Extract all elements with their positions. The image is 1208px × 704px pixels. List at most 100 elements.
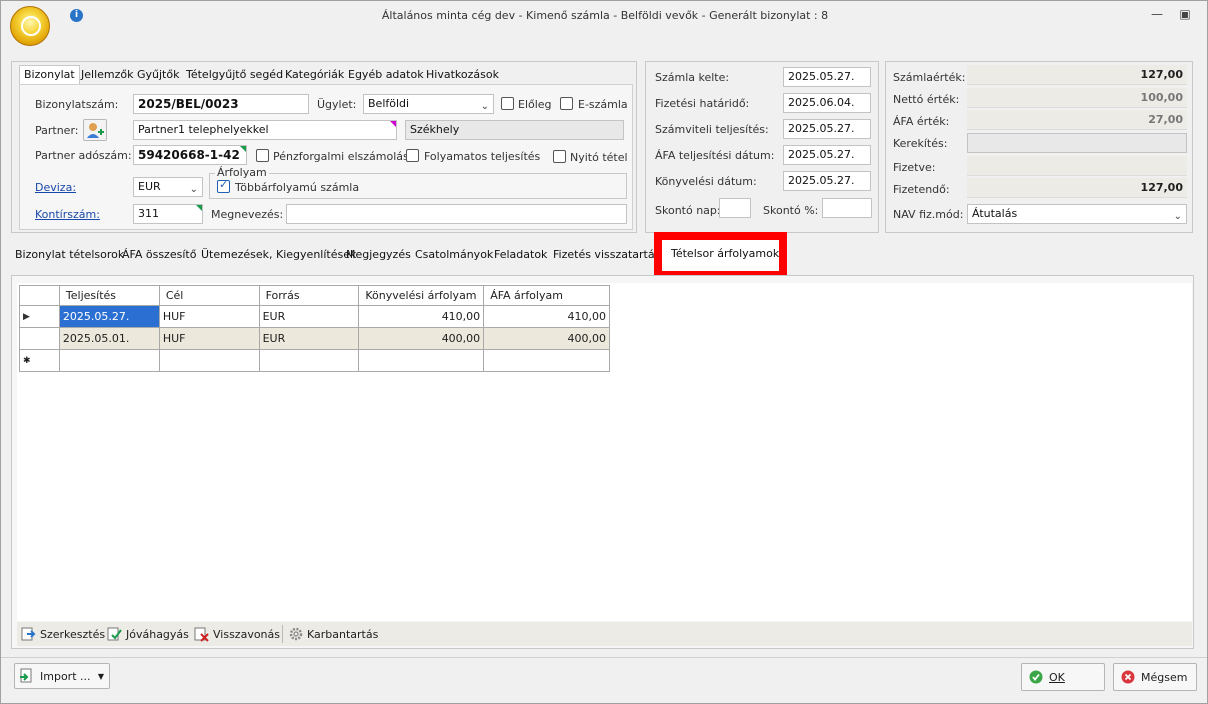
szamla-kelte-field[interactable]: 2025.05.27. [783, 67, 871, 87]
tab-afa-osszesito[interactable]: ÁFA összesítő [118, 246, 200, 264]
penzforgalmi-label: Pénzforgalmi elszámolás [273, 150, 409, 163]
grid-cell[interactable] [358, 349, 485, 372]
grid-cell[interactable]: 2025.05.27. [58, 305, 160, 328]
info-icon[interactable]: i [70, 9, 83, 22]
app-logo-icon[interactable] [10, 6, 50, 46]
tab-csatolmanyok[interactable]: Csatolmányok [411, 246, 497, 264]
afa-label: ÁFA érték: [893, 115, 950, 128]
tab-feladatok[interactable]: Feladatok [490, 246, 551, 264]
col-header-cel[interactable]: Cél [158, 285, 260, 306]
eszamla-checkbox[interactable] [560, 97, 573, 110]
grid-cell[interactable] [483, 349, 610, 372]
tab-bizonylat[interactable]: Bizonylat [19, 65, 80, 85]
ok-button[interactable]: OK [1021, 663, 1105, 691]
grid-cell[interactable]: 400,00 [358, 327, 485, 350]
tab-egyeb-adatok[interactable]: Egyéb adatok [344, 66, 428, 84]
netto-value: 100,00 [967, 88, 1187, 108]
grid-cell[interactable]: EUR [258, 305, 360, 328]
jovahagyas-button[interactable]: Jóváhagyás [107, 626, 189, 642]
fizetve-label: Fizetve: [893, 161, 936, 174]
gear-icon [289, 627, 303, 641]
tab-gyujtok[interactable]: Gyűjtők [133, 66, 183, 84]
grid-corner [19, 285, 60, 306]
row-indicator[interactable] [19, 327, 60, 350]
chevron-down-icon: ⌄ [480, 101, 489, 112]
row-indicator-arrow-icon[interactable]: ▶ [19, 305, 60, 328]
kerekites-field[interactable] [967, 133, 1187, 153]
tab-kategoriak[interactable]: Kategóriák [281, 66, 348, 84]
table-row[interactable]: 2025.05.01. HUF EUR 400,00 400,00 [19, 327, 610, 350]
eloleg-checkbox[interactable] [501, 97, 514, 110]
visszavonas-label: Visszavonás [213, 627, 280, 641]
grid-cell[interactable]: EUR [258, 327, 360, 350]
bizonylatszam-label: Bizonylatszám: [35, 98, 119, 111]
partner-picker-button[interactable] [83, 119, 107, 141]
adoszam-field[interactable]: 59420668-1-42 [133, 145, 247, 165]
tab-fizetes-visszatartas[interactable]: Fizetés visszatartáso [549, 246, 655, 264]
konyvelesi-label: Könyvelési dátum: [655, 175, 757, 188]
cancel-button[interactable]: Mégsem [1113, 663, 1197, 691]
minimize-button[interactable]: — [1147, 7, 1167, 25]
nav-select[interactable]: Átutalás ⌄ [967, 204, 1187, 224]
grid-cell[interactable] [158, 349, 260, 372]
col-header-forras[interactable]: Forrás [258, 285, 360, 306]
karbantartas-label: Karbantartás [307, 627, 379, 641]
col-header-teljesites[interactable]: Teljesítés [58, 285, 160, 306]
grid-cell[interactable]: 400,00 [483, 327, 610, 350]
grid-cell[interactable] [258, 349, 360, 372]
folyamatos-label: Folyamatos teljesítés [424, 150, 541, 163]
karbantartas-button[interactable]: Karbantartás [288, 626, 378, 642]
grid-cell[interactable]: 410,00 [358, 305, 485, 328]
grid-cell[interactable]: 2025.05.01. [58, 327, 160, 350]
szerkesztes-button[interactable]: Szerkesztés [21, 626, 105, 642]
nav-label: NAV fiz.mód: [893, 208, 964, 221]
col-header-afa[interactable]: ÁFA árfolyam [483, 285, 610, 306]
tab-bizonylat-tetelsorok[interactable]: Bizonylat tételsorok [11, 246, 128, 264]
konyvelesi-field[interactable]: 2025.05.27. [783, 171, 871, 191]
rates-grid: Teljesítés Cél Forrás Könyvelési árfolya… [19, 285, 610, 372]
nyito-checkbox[interactable] [553, 150, 566, 163]
kontirszam-field[interactable]: 311 [133, 204, 203, 224]
table-row[interactable]: ▶ 2025.05.27. HUF EUR 410,00 410,00 [19, 305, 610, 328]
deviza-select[interactable]: EUR ⌄ [133, 177, 203, 197]
szerkesztes-label: Szerkesztés [40, 627, 106, 641]
ugylet-select[interactable]: Belföldi ⌄ [363, 94, 494, 114]
skonto-pct-field[interactable] [822, 198, 872, 218]
restore-button[interactable]: ▣ [1175, 7, 1195, 25]
netto-label: Nettó érték: [893, 93, 960, 106]
megnevezes-field[interactable] [286, 204, 627, 224]
new-row[interactable]: ✱ [19, 349, 610, 372]
adoszam-label: Partner adószám: [35, 149, 132, 162]
import-button[interactable]: Import ... ▼ [14, 663, 110, 689]
col-header-konyvelesi[interactable]: Könyvelési árfolyam [358, 285, 485, 306]
tab-tetelsor-arfolyamok[interactable]: Tételsor árfolyamok [667, 245, 783, 263]
fizetesi-hatarido-field[interactable]: 2025.06.04. [783, 93, 871, 113]
partner-label: Partner: [35, 124, 79, 137]
deviza-link[interactable]: Deviza: [35, 181, 76, 194]
tab-hivatkozasok[interactable]: Hivatkozások [422, 66, 503, 84]
folyamatos-checkbox[interactable] [406, 149, 419, 162]
grid-cell[interactable]: 410,00 [483, 305, 610, 328]
tab-megjegyzes[interactable]: Megjegyzés [342, 246, 415, 264]
jovahagyas-label: Jóváhagyás [126, 627, 189, 641]
grid-cell[interactable]: HUF [158, 305, 260, 328]
szamviteli-field[interactable]: 2025.05.27. [783, 119, 871, 139]
tab-tetelgyujto-seged[interactable]: Tételgyűjtő segéd [182, 66, 287, 84]
kontirszam-link[interactable]: Kontírszám: [35, 208, 100, 221]
szamla-kelte-label: Számla kelte: [655, 71, 730, 84]
ok-label: OK [1049, 670, 1065, 684]
visszavonas-button[interactable]: Visszavonás [194, 626, 280, 642]
grid-cell[interactable] [58, 349, 160, 372]
tab-utemezesek[interactable]: Ütemezések, Kiegyenlítések [197, 246, 360, 264]
bizonylatszam-field[interactable]: 2025/BEL/0023 [133, 94, 309, 114]
afa-teljesitesi-field[interactable]: 2025.05.27. [783, 145, 871, 165]
new-row-asterisk-icon[interactable]: ✱ [19, 349, 60, 372]
partner-field[interactable]: Partner1 telephelyekkel [133, 120, 397, 140]
szekhely-field[interactable]: Székhely [405, 120, 624, 140]
tab-jellemzok[interactable]: Jellemzők [77, 66, 137, 84]
skonto-nap-field[interactable] [719, 198, 751, 218]
tobbarfolyamu-checkbox[interactable] [217, 178, 230, 193]
penzforgalmi-checkbox[interactable] [256, 149, 269, 162]
grid-cell[interactable]: HUF [158, 327, 260, 350]
chevron-down-icon: ⌄ [1173, 211, 1182, 222]
